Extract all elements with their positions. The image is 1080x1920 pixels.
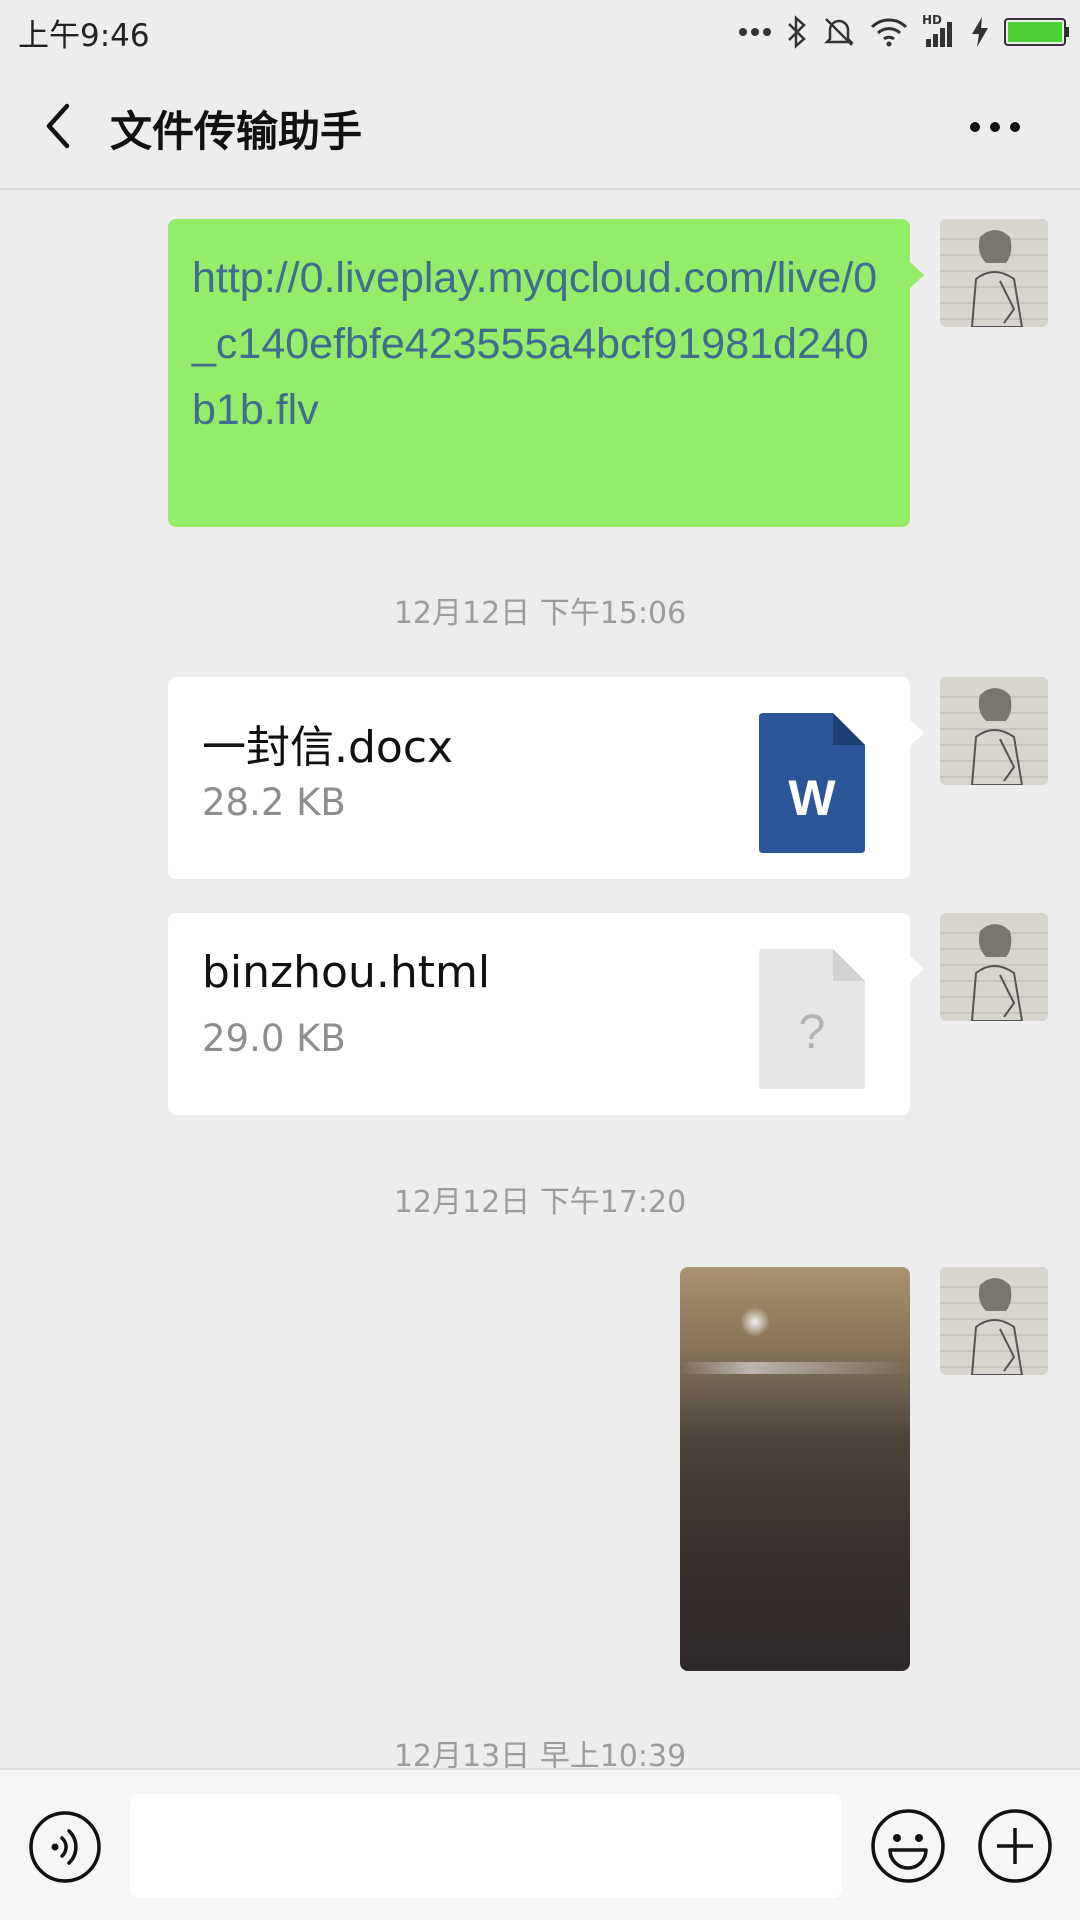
image-message[interactable] — [680, 1267, 910, 1671]
avatar-sketch-icon — [940, 913, 1048, 1021]
voice-icon — [29, 1811, 101, 1883]
plus-icon — [978, 1809, 1052, 1883]
image-streak — [680, 1362, 910, 1374]
emoji-icon — [871, 1809, 945, 1883]
voice-button[interactable] — [28, 1810, 102, 1884]
bubble-tail — [910, 956, 924, 982]
avatar-sketch-icon — [940, 677, 1048, 785]
emoji-button[interactable] — [870, 1808, 946, 1884]
avatar-sketch-icon — [940, 219, 1048, 327]
charging-icon — [972, 17, 988, 47]
word-file-icon: W — [759, 713, 865, 853]
avatar[interactable] — [940, 1267, 1048, 1375]
message-link-text[interactable]: http://0.liveplay.myqcloud.com/live/0_c1… — [192, 245, 888, 443]
input-bar — [0, 1768, 1080, 1920]
back-button[interactable] — [30, 98, 86, 154]
more-button[interactable] — [960, 102, 1030, 152]
unknown-file-icon: ? — [759, 949, 865, 1089]
avatar-sketch-icon — [940, 1267, 1048, 1375]
status-icons: HD — [738, 12, 1070, 52]
timestamp: 12月12日 下午15:06 — [393, 596, 687, 631]
hd-signal-icon: HD — [922, 13, 956, 49]
battery-icon — [1004, 18, 1069, 46]
bluetooth-icon — [788, 15, 806, 49]
bubble-tail — [910, 262, 924, 288]
file-size: 29.0 KB — [202, 1017, 346, 1060]
chevron-left-icon — [46, 103, 70, 149]
wifi-icon — [870, 18, 908, 47]
file-message-card[interactable]: binzhou.html 29.0 KB ? — [168, 913, 910, 1115]
chat-header: 文件传输助手 — [0, 62, 1080, 190]
more-dots-icon — [739, 28, 771, 36]
more-icon — [970, 122, 1020, 132]
file-name: binzhou.html — [202, 947, 491, 998]
image-glare — [740, 1307, 770, 1337]
status-time: 上午9:46 — [18, 18, 150, 54]
file-size: 28.2 KB — [202, 781, 346, 824]
file-name: 一封信.docx — [202, 722, 454, 773]
file-icon-letter: W — [788, 770, 836, 826]
status-bar: 上午9:46 HD — [0, 0, 1080, 62]
avatar[interactable] — [940, 677, 1048, 785]
file-icon-letter: ? — [798, 1006, 826, 1059]
avatar[interactable] — [940, 219, 1048, 327]
silent-icon — [823, 18, 855, 46]
message-input[interactable] — [130, 1794, 842, 1898]
timestamp: 12月12日 下午17:20 — [393, 1185, 687, 1220]
avatar[interactable] — [940, 913, 1048, 1021]
file-message-card[interactable]: 一封信.docx 28.2 KB W — [168, 677, 910, 879]
chat-title: 文件传输助手 — [110, 107, 363, 156]
bubble-tail — [910, 720, 924, 746]
text-message-bubble[interactable]: http://0.liveplay.myqcloud.com/live/0_c1… — [168, 219, 910, 527]
more-functions-button[interactable] — [977, 1808, 1053, 1884]
